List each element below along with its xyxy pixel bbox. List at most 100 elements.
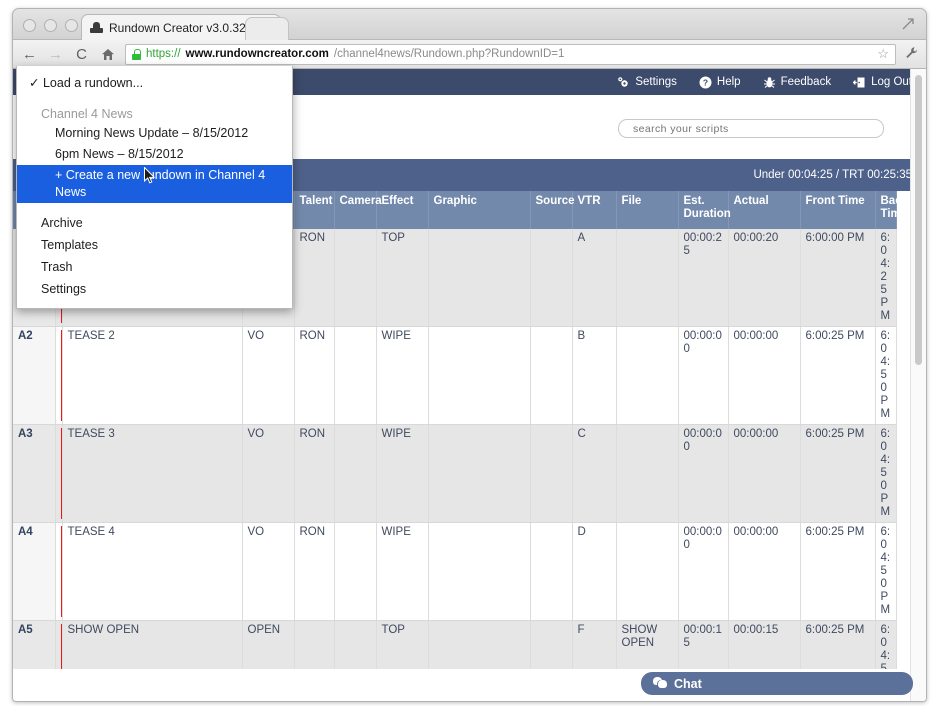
cell-front-time[interactable]: 6:00:25 PM xyxy=(800,326,876,425)
table-row[interactable]: A4 TEASE 4 VO RON WIPE D 00:00:00 00:00:00 6:00:… xyxy=(13,522,897,621)
cell-vtr[interactable]: F xyxy=(572,620,617,669)
nav-item-help[interactable]: ? Help xyxy=(699,76,741,89)
cell-slug[interactable]: SHOW OPEN xyxy=(62,620,243,669)
cell-est-duration[interactable]: 00:00:00 xyxy=(678,522,729,621)
th-vtr[interactable]: VTR xyxy=(572,191,617,229)
cell-camera[interactable] xyxy=(334,522,377,621)
cell-front-time[interactable]: 6:00:00 PM xyxy=(800,229,876,327)
cell-est-duration[interactable]: 00:00:00 xyxy=(678,424,729,523)
page-scrollbar[interactable] xyxy=(910,69,926,701)
new-tab-button[interactable] xyxy=(245,17,289,40)
cell-effect[interactable]: WIPE xyxy=(376,522,429,621)
window-controls[interactable] xyxy=(23,19,78,32)
cell-source[interactable] xyxy=(530,326,573,425)
cell-vtr[interactable]: A xyxy=(572,229,617,327)
cell-back-time[interactable]: 6:04:25 PM xyxy=(875,229,897,327)
cell-file[interactable] xyxy=(616,424,679,523)
cell-effect[interactable]: TOP xyxy=(376,620,429,669)
nav-item-settings[interactable]: Settings xyxy=(617,76,677,89)
th-effect[interactable]: Effect xyxy=(376,191,429,229)
dropdown-item-settings[interactable]: Settings xyxy=(17,278,292,300)
cell-talent[interactable]: RON xyxy=(294,522,335,621)
chat-bar[interactable]: Chat xyxy=(641,672,913,695)
cell-front-time[interactable]: 6:00:25 PM xyxy=(800,424,876,523)
cell-actual[interactable]: 00:00:00 xyxy=(728,424,801,523)
cell-talent[interactable]: RON xyxy=(294,326,335,425)
cell-slug[interactable]: TEASE 3 xyxy=(62,424,243,523)
cell-actual[interactable]: 00:00:00 xyxy=(728,522,801,621)
search-scripts-box[interactable] xyxy=(618,119,884,138)
bookmark-star-icon[interactable]: ☆ xyxy=(877,46,889,62)
cell-front-time[interactable]: 6:00:25 PM xyxy=(800,522,876,621)
cell-file[interactable] xyxy=(616,229,679,327)
home-icon[interactable] xyxy=(99,46,116,63)
cell-segment[interactable]: VO xyxy=(242,326,295,425)
back-icon[interactable]: ← xyxy=(21,46,38,63)
cell-vtr[interactable]: B xyxy=(572,326,617,425)
cell-file[interactable]: SHOW OPEN xyxy=(616,620,679,669)
dropdown-item-trash[interactable]: Trash xyxy=(17,256,292,278)
th-est-duration[interactable]: Est. Duration xyxy=(678,191,731,229)
cell-back-time[interactable]: 6:04:50 PM xyxy=(875,620,897,669)
row-number[interactable]: A5 xyxy=(13,620,56,669)
row-number[interactable]: A2 xyxy=(13,326,56,425)
cell-file[interactable] xyxy=(616,522,679,621)
cell-segment[interactable]: VO xyxy=(242,522,295,621)
cell-est-duration[interactable]: 00:00:15 xyxy=(678,620,729,669)
cell-slug[interactable]: TEASE 2 xyxy=(62,326,243,425)
cell-actual[interactable]: 00:00:20 xyxy=(728,229,801,327)
dropdown-item-rundown-2[interactable]: 6pm News – 8/15/2012 xyxy=(17,144,292,165)
cell-vtr[interactable]: D xyxy=(572,522,617,621)
minimize-window-button[interactable] xyxy=(44,19,57,32)
row-number[interactable]: A4 xyxy=(13,522,56,621)
cell-source[interactable] xyxy=(530,620,573,669)
cell-effect[interactable]: WIPE xyxy=(376,424,429,523)
cell-source[interactable] xyxy=(530,522,573,621)
cell-actual[interactable]: 00:00:15 xyxy=(728,620,801,669)
dropdown-item-rundown-1[interactable]: Morning News Update – 8/15/2012 xyxy=(17,123,292,144)
table-row[interactable]: A5 SHOW OPEN OPEN TOP F SHOW OPEN 00:00:15 00:0… xyxy=(13,620,897,669)
cell-back-time[interactable]: 6:04:50 PM xyxy=(875,522,897,621)
cell-slug[interactable]: TEASE 4 xyxy=(62,522,243,621)
cell-camera[interactable] xyxy=(334,620,377,669)
dropdown-item-templates[interactable]: Templates xyxy=(17,234,292,256)
dropdown-item-archive[interactable]: Archive xyxy=(17,212,292,234)
cell-file[interactable] xyxy=(616,326,679,425)
cell-graphic[interactable] xyxy=(428,424,531,523)
cell-segment[interactable]: VO xyxy=(242,424,295,523)
table-row[interactable]: A3 TEASE 3 VO RON WIPE C 00:00:00 00:00:00 6:00:… xyxy=(13,424,897,523)
cell-graphic[interactable] xyxy=(428,326,531,425)
cell-camera[interactable] xyxy=(334,229,377,327)
reload-icon[interactable]: C xyxy=(73,46,90,63)
nav-item-logout[interactable]: Log Out xyxy=(853,76,912,89)
cell-back-time[interactable]: 6:04:50 PM xyxy=(875,424,897,523)
th-camera[interactable]: Camera xyxy=(334,191,382,229)
wrench-menu-icon[interactable] xyxy=(905,46,918,62)
nav-item-feedback[interactable]: Feedback xyxy=(763,76,831,89)
load-rundown-dropdown[interactable]: ✓ Load a rundown... Channel 4 News Morni… xyxy=(16,66,293,309)
cell-talent[interactable] xyxy=(294,620,335,669)
cell-graphic[interactable] xyxy=(428,522,531,621)
cell-source[interactable] xyxy=(530,424,573,523)
cell-est-duration[interactable]: 00:00:00 xyxy=(678,326,729,425)
search-input[interactable] xyxy=(631,121,871,136)
url-bar[interactable]: https:// www.rundowncreator.com/channel4n… xyxy=(125,43,896,65)
th-file[interactable]: File xyxy=(616,191,679,229)
maximize-icon[interactable] xyxy=(902,18,914,30)
cell-talent[interactable]: RON xyxy=(294,424,335,523)
cell-effect[interactable]: WIPE xyxy=(376,326,429,425)
cell-camera[interactable] xyxy=(334,424,377,523)
close-window-button[interactable] xyxy=(23,19,36,32)
th-actual[interactable]: Actual xyxy=(728,191,801,229)
cell-camera[interactable] xyxy=(334,326,377,425)
cell-source[interactable] xyxy=(530,229,573,327)
cell-graphic[interactable] xyxy=(428,620,531,669)
cell-est-duration[interactable]: 00:00:25 xyxy=(678,229,729,327)
cell-effect[interactable]: TOP xyxy=(376,229,429,327)
zoom-window-button[interactable] xyxy=(65,19,78,32)
th-back-time[interactable]: Back Time xyxy=(875,191,908,229)
cell-segment[interactable]: OPEN xyxy=(242,620,295,669)
cell-back-time[interactable]: 6:04:50 PM xyxy=(875,326,897,425)
cell-front-time[interactable]: 6:00:25 PM xyxy=(800,620,876,669)
dropdown-header-load-rundown[interactable]: ✓ Load a rundown... xyxy=(17,72,292,94)
